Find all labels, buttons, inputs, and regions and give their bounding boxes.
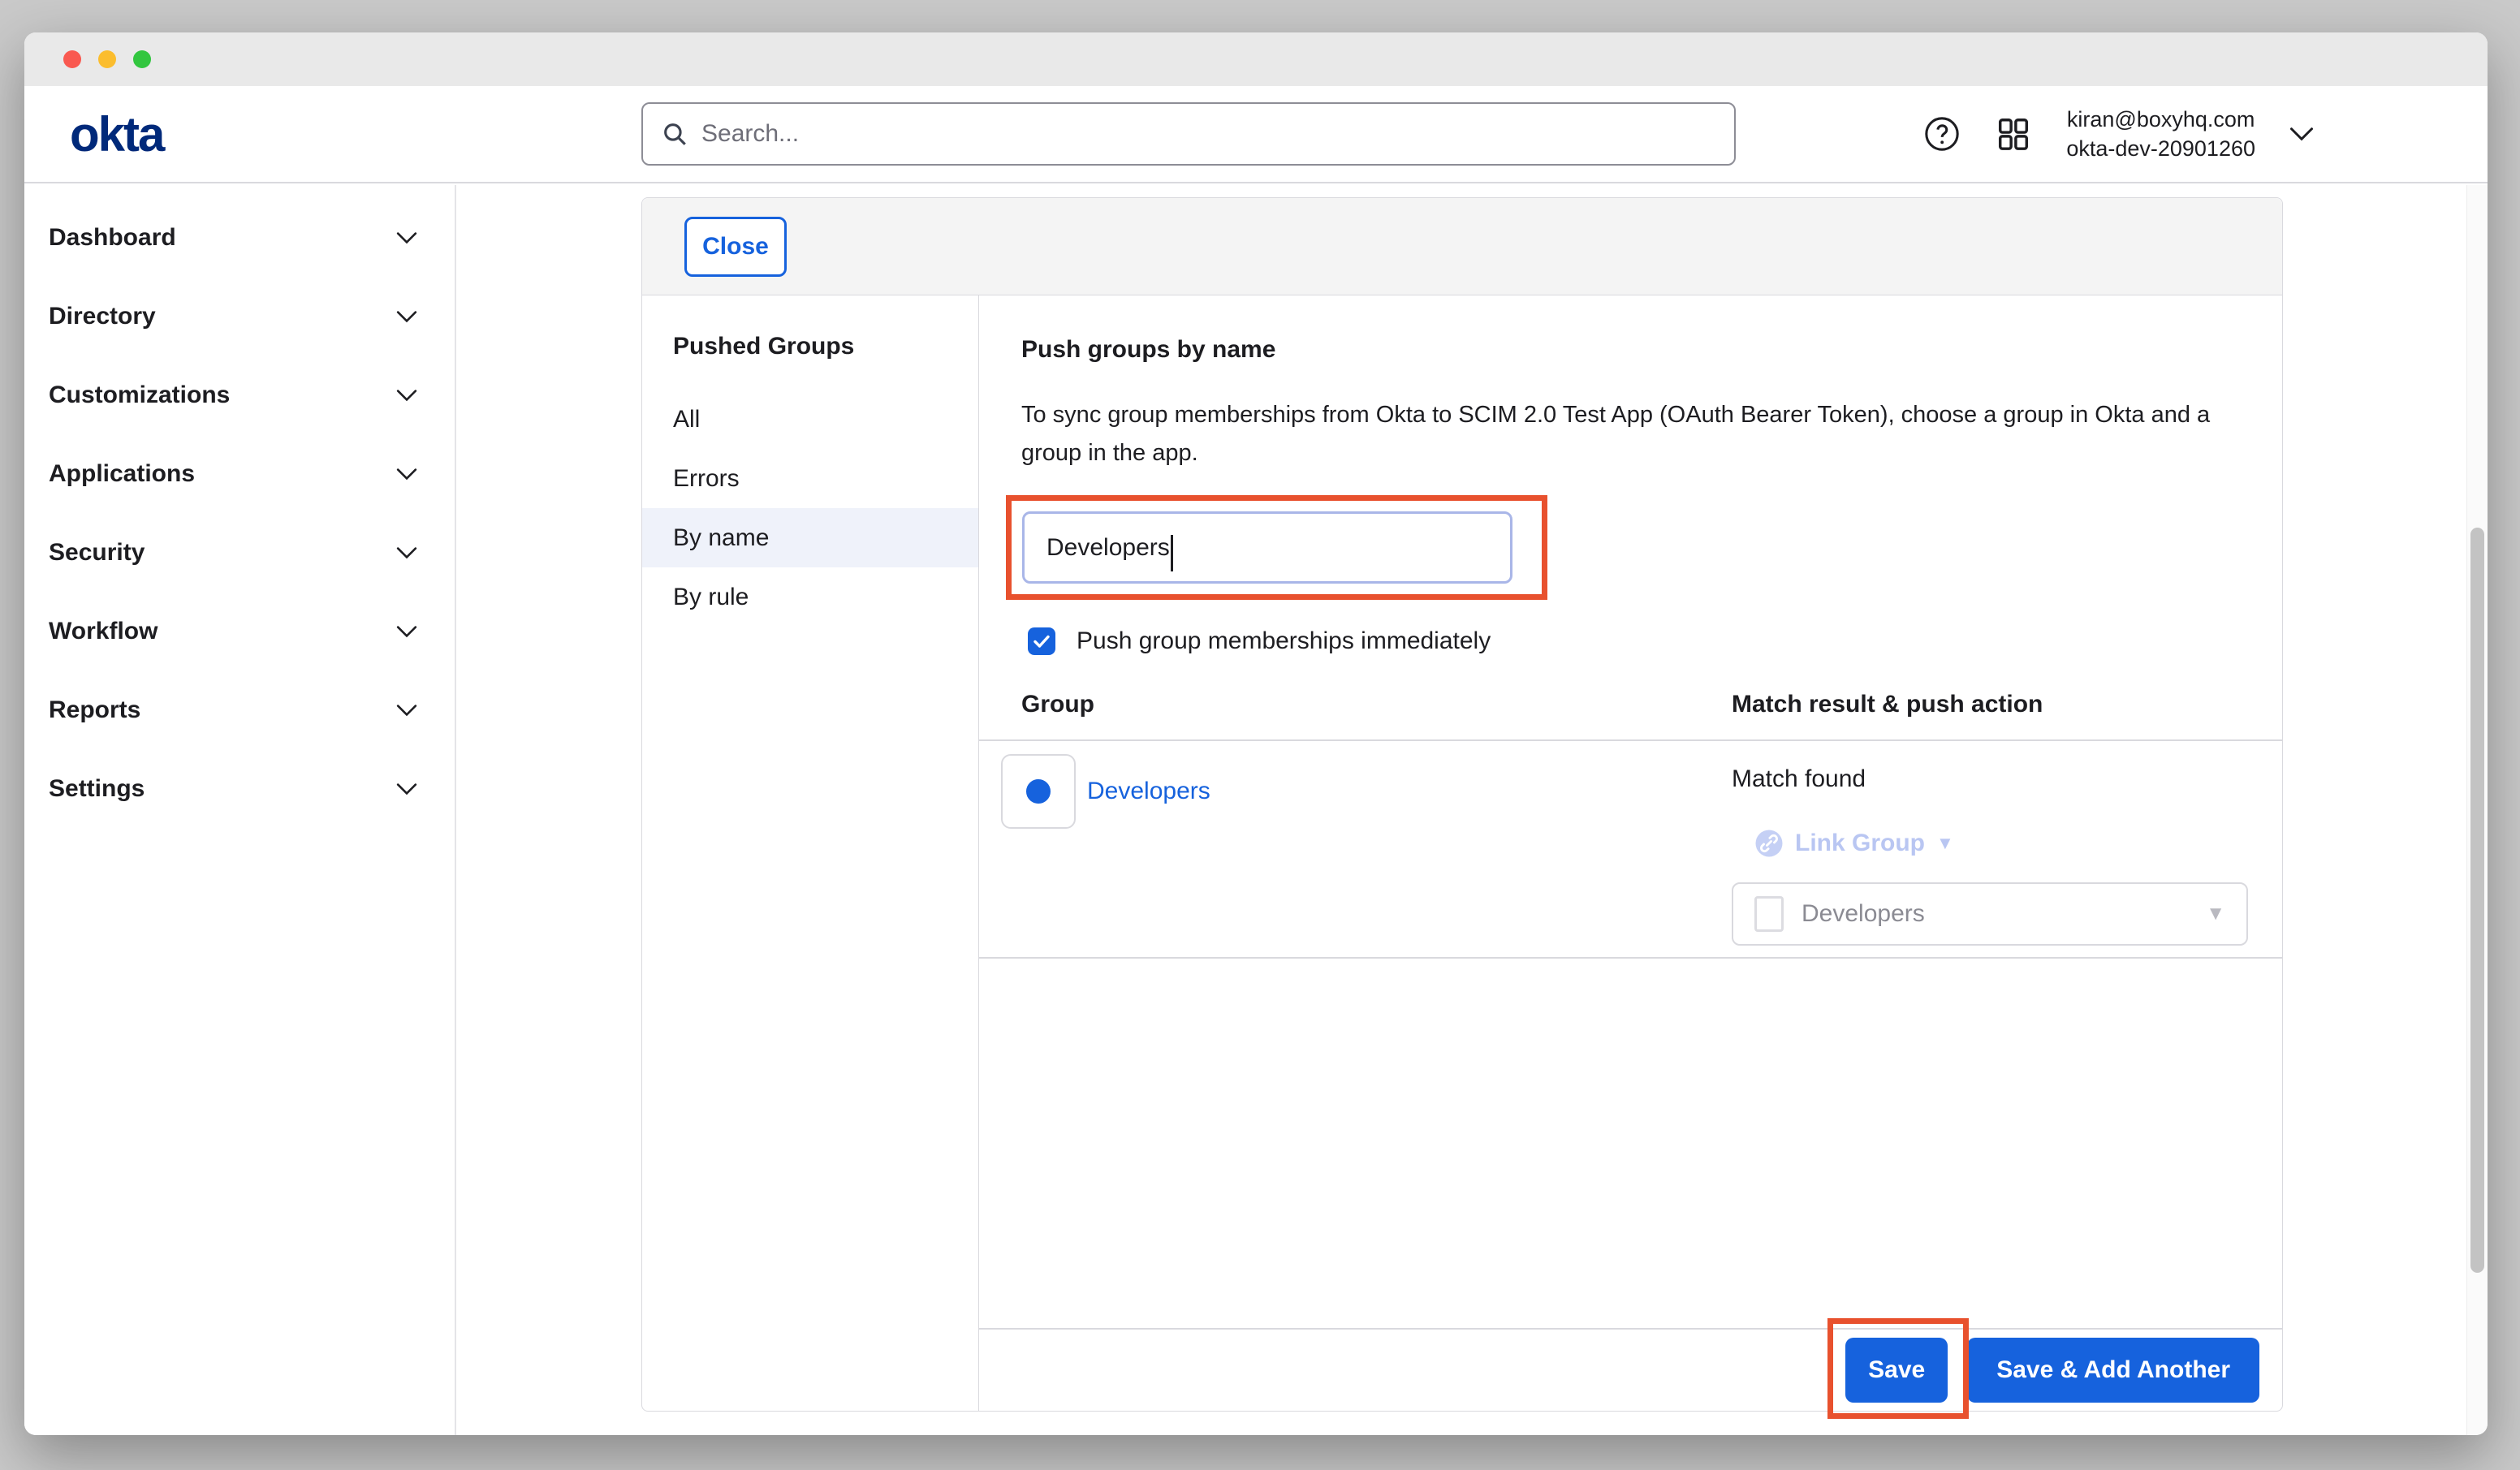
nav-item-all[interactable]: All (642, 390, 978, 449)
nav-right-cluster: kiran@boxyhq.com okta-dev-20901260 (1923, 86, 2314, 182)
help-button[interactable] (1923, 115, 1961, 153)
sidebar-item-label: Settings (49, 775, 145, 803)
table-row: Developers Match found (979, 741, 2282, 959)
pushed-groups-title: Pushed Groups (642, 313, 978, 390)
sidebar-item-dashboard[interactable]: Dashboard (24, 198, 455, 277)
zoom-window-button[interactable] (133, 50, 151, 68)
group-name-link[interactable]: Developers (1087, 778, 1210, 805)
sidebar-item-label: Customizations (49, 382, 230, 409)
group-avatar-icon (1026, 779, 1051, 804)
column-header-group: Group (979, 691, 1732, 718)
sidebar: Dashboard Directory Customizations Appli… (24, 185, 456, 1435)
okta-logo: okta (70, 106, 163, 162)
content-description: To sync group memberships from Okta to S… (1021, 396, 2239, 472)
match-status-text: Match found (1732, 765, 2248, 793)
sidebar-item-label: Applications (49, 460, 195, 488)
sidebar-item-security[interactable]: Security (24, 513, 455, 592)
global-search[interactable] (641, 102, 1736, 166)
annotation-box-input (1006, 495, 1547, 600)
chevron-down-icon (396, 389, 417, 402)
link-group-dropdown[interactable]: Link Group ▼ (1754, 829, 2248, 858)
push-immediately-checkbox[interactable] (1028, 627, 1055, 655)
sidebar-item-directory[interactable]: Directory (24, 277, 455, 356)
scrollbar-track[interactable] (2466, 185, 2488, 1435)
sidebar-item-label: Directory (49, 303, 156, 330)
minimize-window-button[interactable] (98, 50, 116, 68)
search-icon (661, 120, 688, 148)
user-email: kiran@boxyhq.com (2066, 105, 2255, 134)
save-button[interactable]: Save (1845, 1338, 1948, 1403)
window-titlebar (24, 32, 2488, 86)
dropdown-caret-icon: ▼ (2206, 903, 2225, 925)
push-by-name-content: Push groups by name To sync group member… (979, 295, 2282, 1411)
pushed-groups-panel: Close Pushed Groups All Errors By name B… (641, 197, 2283, 1412)
panel-header: Close (642, 198, 2282, 295)
sidebar-item-reports[interactable]: Reports (24, 670, 455, 749)
nav-item-by-rule[interactable]: By rule (642, 567, 978, 627)
content-heading: Push groups by name (1021, 336, 2282, 364)
scrollbar-thumb[interactable] (2470, 528, 2484, 1273)
match-table-header: Group Match result & push action (979, 691, 2282, 741)
app-group-select[interactable]: Developers ▼ (1732, 882, 2248, 946)
link-group-label: Link Group (1795, 830, 1925, 857)
search-input[interactable] (701, 120, 1716, 148)
user-org: okta-dev-20901260 (2066, 134, 2255, 163)
chevron-down-icon[interactable] (2289, 127, 2314, 141)
sidebar-item-label: Reports (49, 696, 140, 724)
app-group-value: Developers (1802, 900, 1925, 928)
sidebar-item-label: Security (49, 539, 145, 567)
sidebar-item-applications[interactable]: Applications (24, 434, 455, 513)
chevron-down-icon (396, 625, 417, 638)
link-icon (1754, 829, 1784, 858)
chevron-down-icon (396, 231, 417, 244)
close-button[interactable]: Close (684, 217, 787, 277)
push-immediately-label: Push group memberships immediately (1077, 627, 1491, 655)
dropdown-caret-icon: ▼ (1936, 833, 1954, 854)
text-cursor (1171, 535, 1173, 571)
sidebar-item-label: Workflow (49, 618, 158, 645)
chevron-down-icon (396, 782, 417, 795)
pushed-groups-nav: Pushed Groups All Errors By name By rule (642, 295, 979, 1411)
sidebar-item-customizations[interactable]: Customizations (24, 356, 455, 434)
sidebar-item-settings[interactable]: Settings (24, 749, 455, 828)
chevron-down-icon (396, 704, 417, 717)
help-icon (1923, 115, 1961, 153)
column-header-match-result: Match result & push action (1732, 691, 2043, 718)
chevron-down-icon (396, 310, 417, 323)
user-menu[interactable]: kiran@boxyhq.com okta-dev-20901260 (2066, 105, 2255, 163)
chevron-down-icon (396, 468, 417, 481)
panel-footer: Save Save & Add Another (979, 1328, 2282, 1411)
app-switcher-button[interactable] (1995, 115, 2032, 153)
push-immediately-row: Push group memberships immediately (1028, 627, 2282, 655)
sidebar-item-workflow[interactable]: Workflow (24, 592, 455, 670)
group-name-input[interactable] (1022, 511, 1512, 584)
top-nav: okta (24, 86, 2488, 183)
close-window-button[interactable] (63, 50, 81, 68)
apps-grid-icon (1995, 115, 2032, 153)
save-and-add-another-button[interactable]: Save & Add Another (1967, 1338, 2259, 1403)
sidebar-item-label: Dashboard (49, 224, 176, 252)
chevron-down-icon (396, 546, 417, 559)
check-icon (1032, 632, 1051, 651)
nav-item-by-name[interactable]: By name (642, 508, 978, 567)
app-window: okta (24, 32, 2488, 1435)
group-avatar (1001, 754, 1076, 829)
nav-item-errors[interactable]: Errors (642, 449, 978, 508)
app-group-icon (1754, 896, 1784, 932)
